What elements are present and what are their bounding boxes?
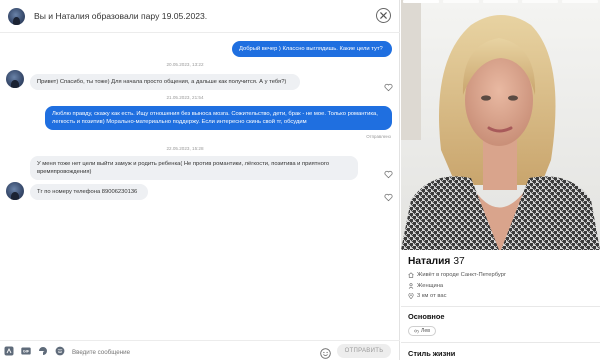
profile-pane: Наталия 37 Живёт в городе Санкт-Петербург…: [401, 0, 600, 360]
sent-status: Отправлено: [366, 134, 391, 139]
like-heart-icon[interactable]: [384, 166, 393, 179]
sender-avatar[interactable]: [6, 182, 24, 200]
date-separator: 20.05.2023, 13:22: [166, 62, 204, 67]
profile-gender: Женщина: [408, 283, 443, 289]
message-list: 20.05.2023, 13:22 Добрый вечер ) Классно…: [0, 34, 400, 334]
profile-city: Живёт в городе Санкт-Петербург: [408, 272, 506, 278]
emoji-icon[interactable]: [320, 346, 331, 359]
like-heart-icon[interactable]: [384, 189, 393, 202]
song-icon[interactable]: [55, 346, 65, 356]
close-icon[interactable]: [376, 8, 391, 23]
chat-pane: Вы и Наталия образовали пару 19.05.2023.…: [0, 0, 400, 360]
incoming-message[interactable]: Тг по номеру телефона 89006230136: [30, 184, 148, 201]
incoming-message[interactable]: Привет) Спасибо, ты тоже) Для начала про…: [30, 74, 300, 91]
profile-distance: 3 км от вас: [408, 293, 446, 299]
message-input[interactable]: [72, 347, 222, 357]
sticker-icon[interactable]: [38, 346, 48, 356]
home-icon: [408, 272, 414, 278]
profile-name: Наталия: [408, 256, 451, 267]
profile-photo[interactable]: [401, 0, 600, 250]
profile-name-row: Наталия 37: [408, 256, 465, 267]
message-composer: GIF ОТПРАВИТЬ: [0, 340, 400, 360]
incoming-message[interactable]: У меня тоже нет цели выйти замуж и родит…: [30, 156, 358, 181]
profile-age: 37: [453, 256, 465, 267]
date-separator: 21.05.2023, 21:54: [166, 95, 204, 100]
section-title-lifestyle: Стиль жизни: [408, 349, 456, 358]
location-pin-icon: [408, 293, 414, 299]
sender-avatar[interactable]: [6, 70, 24, 88]
person-icon: [408, 283, 414, 289]
gif-icon[interactable]: GIF: [21, 346, 31, 356]
chat-header: Вы и Наталия образовали пару 19.05.2023.: [0, 0, 400, 33]
match-title: Вы и Наталия образовали пару 19.05.2023.: [34, 11, 208, 21]
zodiac-tag: Лев: [408, 326, 437, 336]
section-title-basic: Основное: [408, 312, 445, 321]
spotify-icon[interactable]: [4, 346, 14, 356]
match-avatar[interactable]: [8, 7, 25, 25]
photo-pager: [401, 0, 600, 3]
section-divider: [401, 306, 600, 307]
svg-text:GIF: GIF: [23, 349, 30, 353]
zodiac-icon: [414, 329, 419, 334]
outgoing-message[interactable]: Люблю правду, скажу как есть. Ищу отноше…: [45, 106, 392, 131]
like-heart-icon[interactable]: [384, 79, 393, 92]
date-separator: 22.05.2023, 15:28: [166, 146, 204, 151]
send-button[interactable]: ОТПРАВИТЬ: [337, 344, 391, 358]
section-divider: [401, 342, 600, 343]
outgoing-message[interactable]: Добрый вечер ) Классно выглядишь. Какие …: [232, 41, 392, 58]
